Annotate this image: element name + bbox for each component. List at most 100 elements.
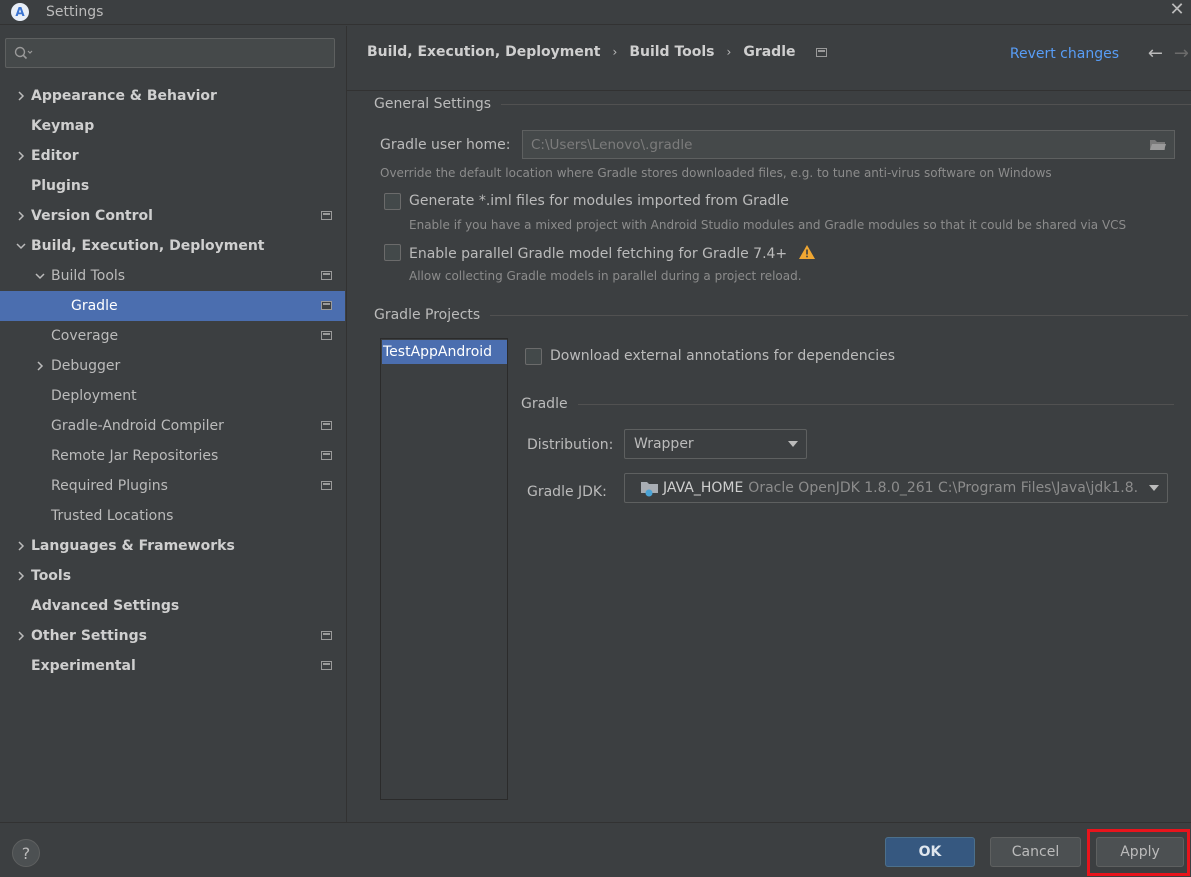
sidebar-item-label: Version Control [31, 208, 153, 224]
sidebar-item-build-tools[interactable]: Build Tools [0, 261, 345, 291]
breadcrumb: Build, Execution, Deployment › Build Too… [367, 44, 827, 60]
gradle-jdk-label: Gradle JDK: [527, 484, 607, 500]
sidebar-item-plugins[interactable]: Plugins [0, 171, 345, 201]
header-divider [347, 90, 1191, 91]
breadcrumb-item[interactable]: Build Tools [629, 44, 714, 60]
gradle-projects-list[interactable]: TestAppAndroid [380, 338, 508, 800]
breadcrumb-separator: › [612, 45, 618, 59]
download-annotations-checkbox[interactable] [525, 348, 542, 365]
search-box[interactable] [5, 38, 335, 68]
cancel-button[interactable]: Cancel [990, 837, 1081, 867]
jdk-detail: Oracle OpenJDK 1.8.0_261 C:\Program File… [748, 480, 1139, 496]
sidebar-item-label: Keymap [31, 118, 95, 134]
project-level-icon [321, 211, 332, 220]
revert-changes-link[interactable]: Revert changes [1010, 46, 1119, 62]
window-title: Settings [46, 4, 104, 20]
breadcrumb-item[interactable]: Build, Execution, Deployment [367, 44, 601, 60]
sidebar-item-keymap[interactable]: Keymap [0, 111, 345, 141]
sidebar-item-label: Advanced Settings [31, 598, 180, 614]
sidebar-item-tools[interactable]: Tools [0, 561, 345, 591]
sidebar-item-appearance-behavior[interactable]: Appearance & Behavior [0, 81, 345, 111]
section-title: Gradle [521, 396, 568, 412]
chevron-right-icon[interactable] [15, 210, 27, 222]
gradle-user-home-value: C:\Users\Lenovo\.gradle [531, 136, 693, 153]
breadcrumb-item: Gradle [743, 44, 796, 60]
sidebar-item-deployment[interactable]: Deployment [0, 381, 345, 411]
sidebar-item-advanced-settings[interactable]: Advanced Settings [0, 591, 345, 621]
back-arrow-icon[interactable]: ← [1148, 43, 1163, 64]
distribution-dropdown[interactable]: Wrapper [624, 429, 807, 459]
sidebar-item-debugger[interactable]: Debugger [0, 351, 345, 381]
sidebar-item-label: Trusted Locations [51, 508, 174, 524]
chevron-right-icon[interactable] [15, 540, 27, 552]
parallel-fetching-label[interactable]: Enable parallel Gradle model fetching fo… [409, 244, 816, 262]
sidebar-item-experimental[interactable]: Experimental [0, 651, 345, 681]
sidebar-item-label: Coverage [51, 328, 119, 344]
sidebar-item-label: Gradle [71, 298, 118, 314]
sidebar-item-label: Plugins [31, 178, 90, 194]
sidebar-item-build-execution-deployment[interactable]: Build, Execution, Deployment [0, 231, 345, 261]
sidebar-item-languages-frameworks[interactable]: Languages & Frameworks [0, 531, 345, 561]
section-divider [490, 314, 1189, 316]
section-title: General Settings [374, 96, 492, 112]
sidebar-item-label: Languages & Frameworks [31, 538, 235, 554]
search-input[interactable] [40, 45, 330, 61]
folder-browse-icon[interactable] [1149, 138, 1167, 152]
chevron-right-icon[interactable] [15, 630, 27, 642]
gradle-section: Gradle [521, 396, 1174, 412]
parallel-fetching-checkbox[interactable] [384, 244, 401, 261]
chevron-right-icon[interactable] [15, 150, 27, 162]
main-panel: Build, Execution, Deployment › Build Too… [346, 26, 1191, 822]
sidebar-item-label: Appearance & Behavior [31, 88, 217, 104]
sidebar-item-gradle[interactable]: Gradle [0, 291, 345, 321]
chevron-right-icon[interactable] [15, 570, 27, 582]
generate-iml-label[interactable]: Generate *.iml files for modules importe… [409, 193, 789, 209]
parallel-fetching-hint: Allow collecting Gradle models in parall… [409, 269, 802, 283]
sidebar-item-other-settings[interactable]: Other Settings [0, 621, 345, 651]
sidebar-item-label: Editor [31, 148, 79, 164]
gradle-user-home-field[interactable]: C:\Users\Lenovo\.gradle [522, 130, 1175, 159]
sidebar-item-editor[interactable]: Editor [0, 141, 345, 171]
sidebar-item-label: Required Plugins [51, 478, 168, 494]
sidebar-item-label: Gradle-Android Compiler [51, 418, 224, 434]
sidebar-item-gradle-android-compiler[interactable]: Gradle-Android Compiler [0, 411, 345, 441]
chevron-down-icon [788, 441, 798, 447]
sidebar-item-required-plugins[interactable]: Required Plugins [0, 471, 345, 501]
dialog-footer: ? OK Cancel Apply [0, 822, 1191, 877]
generate-iml-checkbox[interactable] [384, 193, 401, 210]
chevron-down-icon[interactable] [34, 270, 46, 282]
jdk-folder-icon [641, 482, 658, 497]
help-button[interactable]: ? [12, 839, 40, 867]
gradle-projects-section: Gradle Projects [374, 307, 1189, 323]
section-title: Gradle Projects [374, 307, 481, 323]
gradle-jdk-dropdown[interactable]: JAVA_HOME Oracle OpenJDK 1.8.0_261 C:\Pr… [624, 473, 1168, 503]
chevron-right-icon[interactable] [15, 90, 27, 102]
warning-icon [798, 245, 815, 259]
settings-sidebar: Appearance & Behavior Keymap Editor Plugins… [0, 26, 345, 822]
close-icon[interactable]: ✕ [1167, 0, 1187, 22]
sidebar-item-version-control[interactable]: Version Control [0, 201, 345, 231]
sidebar-item-label: Debugger [51, 358, 121, 374]
chevron-down-icon [1149, 485, 1159, 491]
title-bar: A Settings ✕ [0, 0, 1191, 25]
chevron-right-icon[interactable] [34, 360, 46, 372]
project-level-icon [321, 451, 332, 460]
download-annotations-label[interactable]: Download external annotations for depend… [550, 348, 895, 364]
jdk-name: JAVA_HOME [663, 480, 744, 496]
sidebar-item-trusted-locations[interactable]: Trusted Locations [0, 501, 345, 531]
project-level-icon [815, 47, 827, 57]
project-item[interactable]: TestAppAndroid [382, 340, 507, 364]
sidebar-item-label: Build Tools [51, 268, 126, 284]
apply-button[interactable]: Apply [1096, 837, 1184, 867]
project-level-icon [321, 271, 332, 280]
gradle-user-home-hint: Override the default location where Grad… [380, 166, 1052, 180]
project-level-icon [321, 661, 332, 670]
sidebar-item-coverage[interactable]: Coverage [0, 321, 345, 351]
generate-iml-hint: Enable if you have a mixed project with … [409, 218, 1127, 232]
ok-button[interactable]: OK [885, 837, 975, 867]
chevron-down-icon[interactable] [15, 240, 27, 252]
project-level-icon [321, 481, 332, 490]
sidebar-item-remote-jar-repositories[interactable]: Remote Jar Repositories [0, 441, 345, 471]
android-studio-logo-icon: A [11, 3, 29, 21]
distribution-label: Distribution: [527, 437, 614, 453]
